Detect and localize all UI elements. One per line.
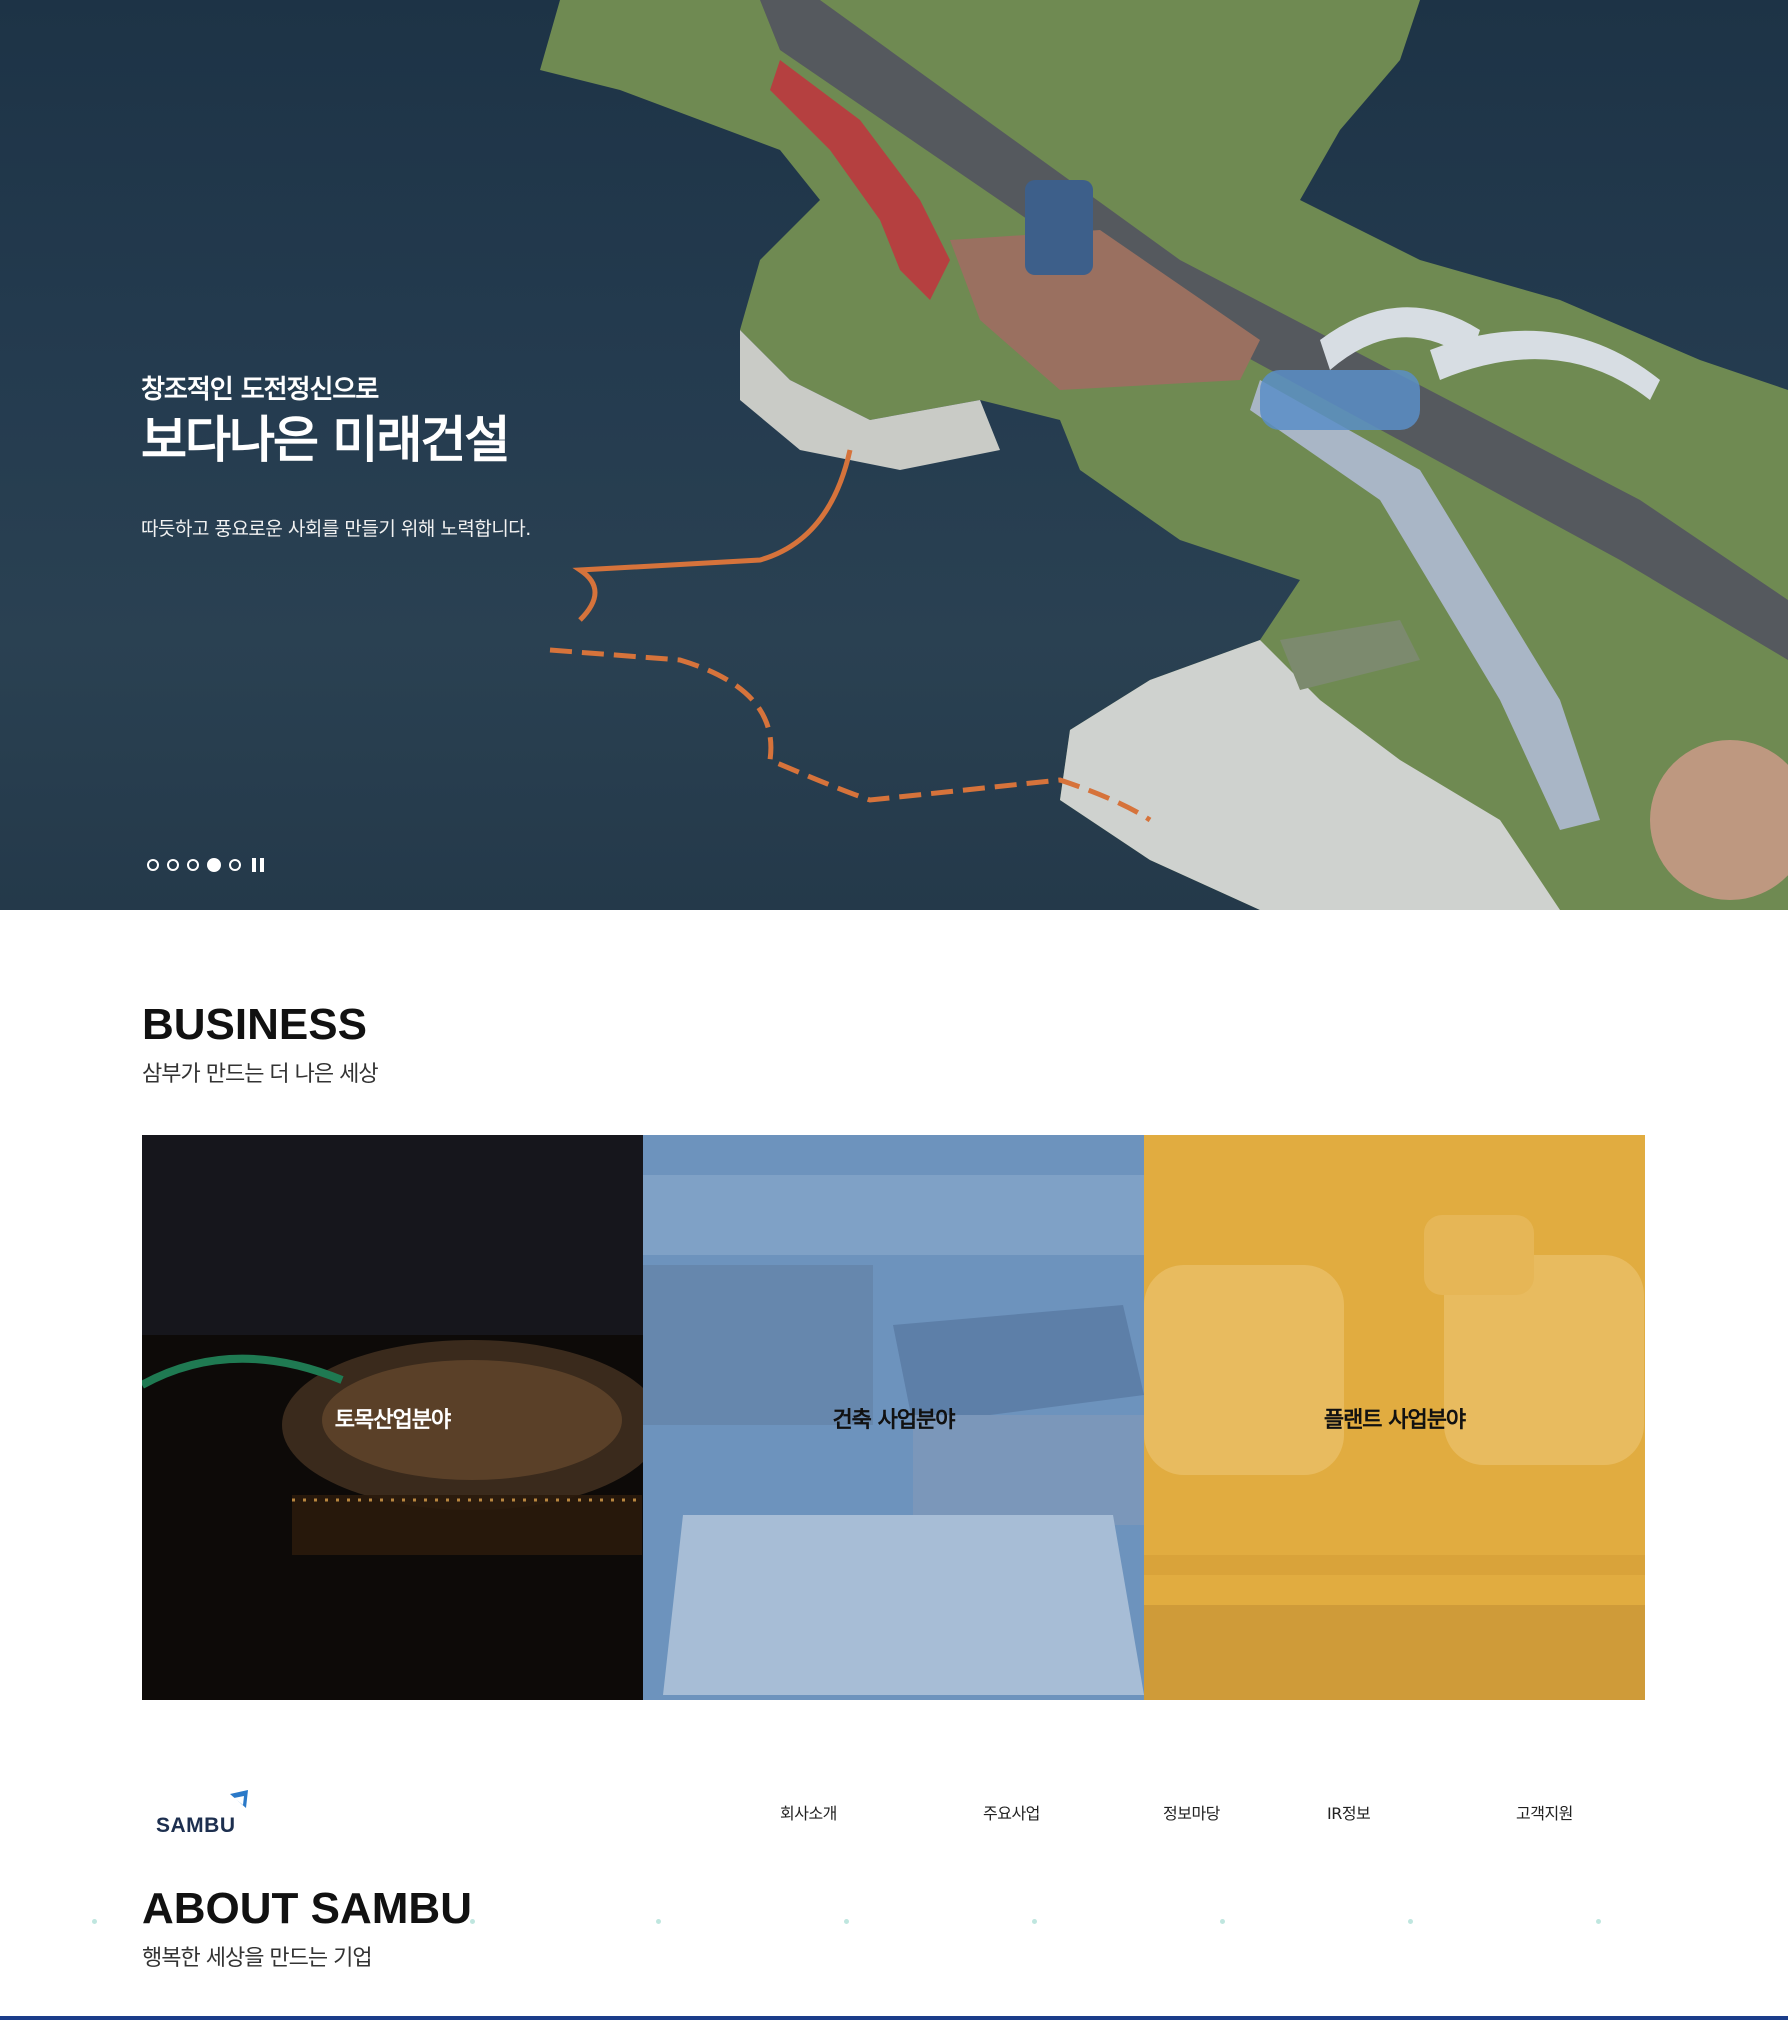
nav-item-ir[interactable]: IR정보 xyxy=(1327,1800,1371,1824)
hero-banner: 창조적인 도전정신으로 보다나은 미래건설 따듯하고 풍요로운 사회를 만들기 … xyxy=(0,0,1788,910)
hero-text-block: 창조적인 도전정신으로 보다나은 미래건설 따듯하고 풍요로운 사회를 만들기 … xyxy=(141,372,531,541)
nav-item-company[interactable]: 회사소개 xyxy=(780,1800,837,1824)
about-subtitle: 행복한 세상을 만드는 기업 xyxy=(142,1946,373,1971)
nav-item-business[interactable]: 주요사업 xyxy=(983,1800,1040,1824)
business-cards: 토목산업분야 건축 사업분야 플랜트 사업분야 xyxy=(142,1135,1645,1700)
slider-dot-3[interactable] xyxy=(187,859,199,871)
business-card-label: 플랜트 사업분야 xyxy=(1323,1407,1466,1433)
hero-description: 따듯하고 풍요로운 사회를 만들기 위해 노력합니다. xyxy=(141,518,531,540)
slider-dot-2[interactable] xyxy=(167,859,179,871)
main-nav: 회사소개 주요사업 정보마당 IR정보 고객지원 xyxy=(0,1800,1788,1824)
business-card-civil[interactable]: 토목산업분야 xyxy=(142,1135,643,1700)
slider-dot-4[interactable] xyxy=(207,858,221,872)
business-card-architecture[interactable]: 건축 사업분야 xyxy=(643,1135,1144,1700)
slider-dot-5[interactable] xyxy=(229,859,241,871)
about-header: ABOUT SAMBU 행복한 세상을 만드는 기업 xyxy=(142,1884,472,1972)
slider-pagination xyxy=(147,858,264,872)
business-header: BUSINESS 삼부가 만드는 더 나은 세상 xyxy=(142,1000,379,1088)
business-subtitle: 삼부가 만드는 더 나은 세상 xyxy=(142,1062,379,1087)
nav-item-support[interactable]: 고객지원 xyxy=(1516,1800,1573,1824)
pause-icon[interactable] xyxy=(252,858,264,872)
decorative-dots xyxy=(0,1919,1788,1925)
business-card-label: 건축 사업분야 xyxy=(832,1407,955,1433)
slider-dot-1[interactable] xyxy=(147,859,159,871)
about-title: ABOUT SAMBU xyxy=(142,1884,472,1933)
bottom-accent-bar xyxy=(0,2016,1788,2020)
nav-item-info[interactable]: 정보마당 xyxy=(1163,1800,1220,1824)
hero-kicker: 창조적인 도전정신으로 xyxy=(141,375,379,405)
business-title: BUSINESS xyxy=(142,1000,367,1049)
hero-title: 보다나은 미래건설 xyxy=(141,411,510,469)
business-card-plant[interactable]: 플랜트 사업분야 xyxy=(1144,1135,1645,1700)
business-card-label: 토목산업분야 xyxy=(334,1407,451,1433)
